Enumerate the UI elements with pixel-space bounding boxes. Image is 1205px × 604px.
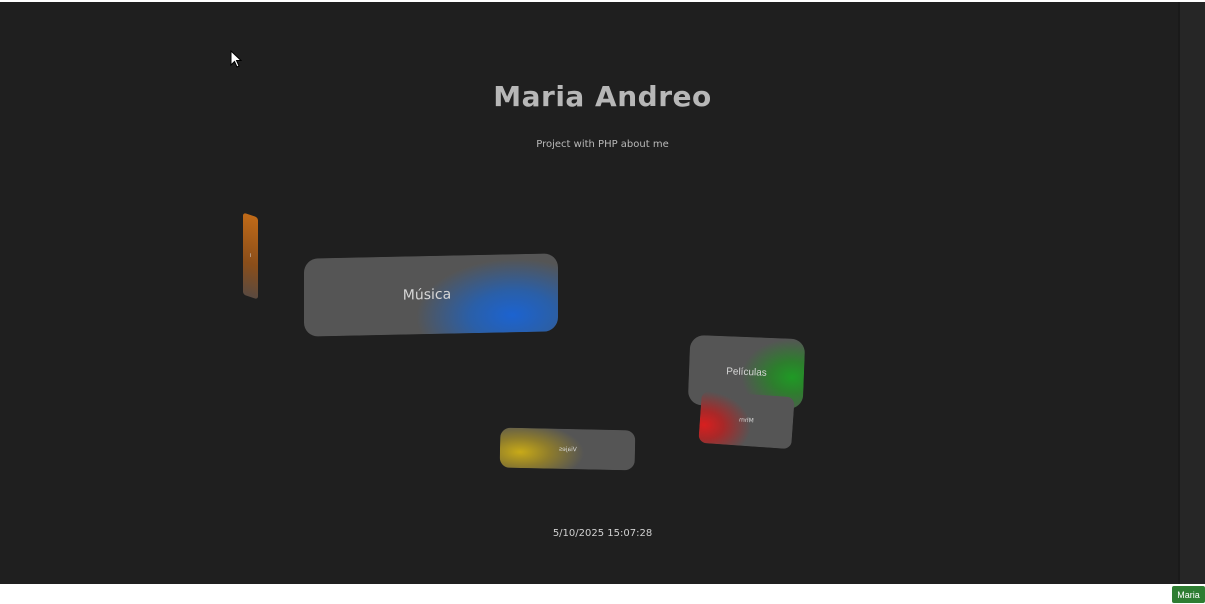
scrollbar[interactable] [1178,2,1205,584]
user-badge[interactable]: Maria [1172,586,1205,603]
card-musica[interactable]: Música [304,253,558,337]
card-musica-label: Música [402,286,452,304]
card-side[interactable]: I [243,212,258,300]
card-viajes-label: Viajes [558,445,577,453]
current-datetime: 5/10/2025 15:07:28 [552,528,653,539]
card-peliculas-label: Películas [726,365,767,379]
page-viewport: Maria Andreo Project with PHP about me I… [0,2,1178,584]
card-mini-label: Mhm [738,415,755,425]
page-subtitle: Project with PHP about me [536,139,669,150]
card-mini[interactable]: Mhm [698,390,795,450]
mouse-pointer-icon [230,50,242,68]
card-viajes[interactable]: Viajes [499,427,636,471]
page-title: Maria Andreo [493,80,712,113]
user-badge-label: Maria [1177,589,1200,600]
card-side-label: I [249,252,252,260]
